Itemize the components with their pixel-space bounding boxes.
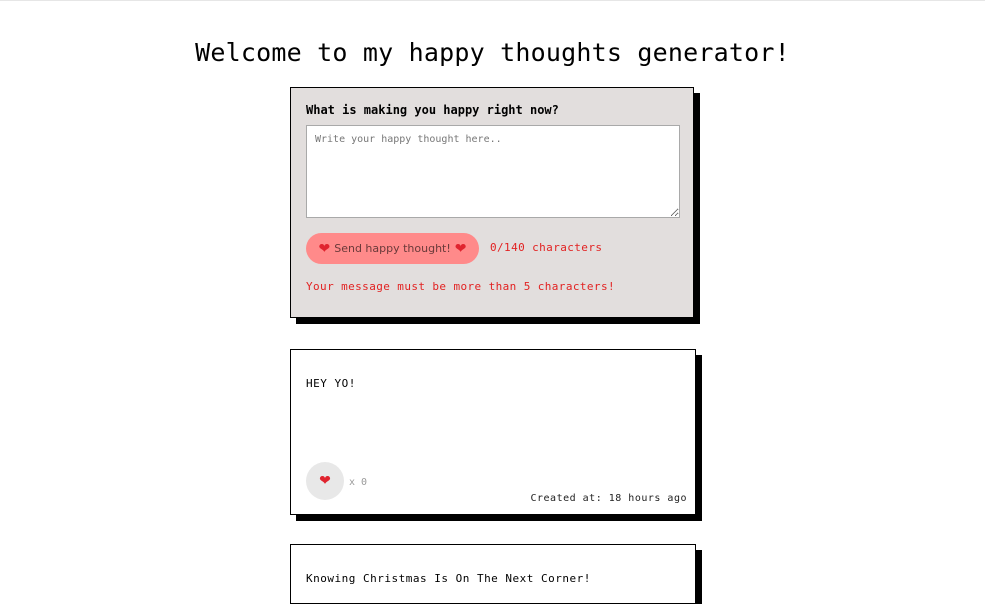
thought-form: What is making you happy right now? ❤ Se… (290, 87, 694, 318)
heart-icon: ❤ (318, 240, 331, 257)
form-label: What is making you happy right now? (306, 103, 559, 117)
error-message: Your message must be more than 5 charact… (306, 280, 615, 293)
send-happy-thought-button[interactable]: ❤ Send happy thought! ❤ (306, 233, 479, 264)
thought-message: HEY YO! (306, 377, 356, 390)
thought-input[interactable] (306, 125, 680, 218)
thought-card: HEY YO! ❤ x 0 Created at: 18 hours ago (290, 349, 696, 515)
heart-icon: ❤ (454, 240, 467, 257)
thought-card: Knowing Christmas Is On The Next Corner! (290, 544, 696, 604)
heart-icon: ❤ (319, 473, 331, 489)
page-title: Welcome to my happy thoughts generator! (195, 38, 790, 67)
top-divider (0, 0, 985, 1)
send-button-label: Send happy thought! (334, 242, 451, 255)
like-count: x 0 (349, 477, 368, 488)
like-button[interactable]: ❤ (306, 462, 344, 500)
created-at-timestamp: Created at: 18 hours ago (530, 493, 687, 504)
character-counter: 0/140 characters (490, 241, 603, 254)
